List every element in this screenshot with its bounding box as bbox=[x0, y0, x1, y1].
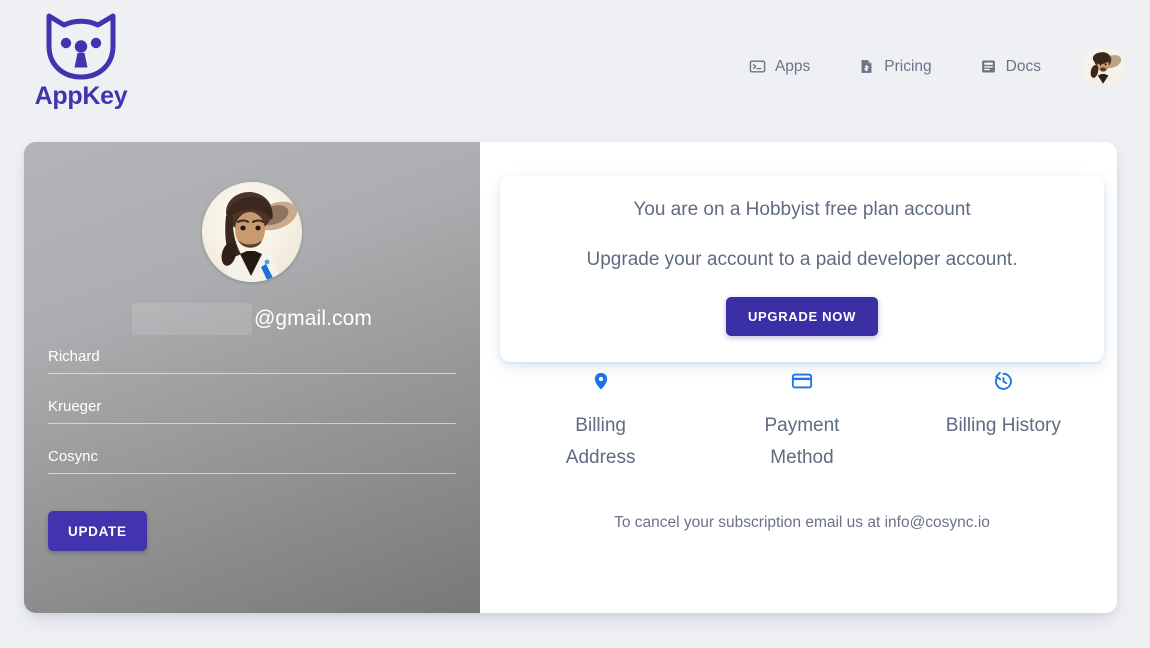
billing-option-label: Payment Method bbox=[764, 415, 840, 468]
billing-history-option[interactable]: Billing History bbox=[903, 370, 1104, 474]
email-local-redaction bbox=[131, 303, 252, 335]
article-icon bbox=[980, 58, 997, 75]
brand-name: AppKey bbox=[34, 82, 128, 110]
first-name-input[interactable] bbox=[48, 348, 456, 374]
email-domain: @gmail.com bbox=[253, 307, 372, 330]
last-name-field[interactable] bbox=[48, 398, 456, 424]
profile-sidebar: @gmail.com UPDATE bbox=[24, 142, 480, 613]
document-dollar-icon bbox=[858, 58, 875, 75]
page-header: AppKey Apps Pricing Docs bbox=[0, 0, 1150, 132]
billing-address-option[interactable]: Billing Address bbox=[500, 370, 701, 474]
billing-option-label: Billing History bbox=[945, 415, 1061, 436]
last-name-input[interactable] bbox=[48, 398, 456, 424]
plan-upgrade-prompt: Upgrade your account to a paid developer… bbox=[586, 249, 1018, 270]
nav-item-apps[interactable]: Apps bbox=[725, 58, 834, 76]
credit-card-icon bbox=[701, 370, 902, 392]
billing-options: Billing Address Payment Method Billing H… bbox=[500, 370, 1104, 474]
profile-avatar[interactable] bbox=[202, 182, 302, 282]
handle-input[interactable] bbox=[48, 448, 456, 474]
nav-item-pricing[interactable]: Pricing bbox=[834, 58, 955, 76]
first-name-field[interactable] bbox=[48, 348, 456, 374]
profile-form bbox=[48, 348, 456, 498]
avatar[interactable] bbox=[1083, 46, 1124, 87]
nav-item-docs[interactable]: Docs bbox=[956, 58, 1065, 76]
payment-method-option[interactable]: Payment Method bbox=[701, 370, 902, 474]
nav-item-label: Docs bbox=[1005, 57, 1041, 75]
account-panel: @gmail.com UPDATE You are on a Hobbyist … bbox=[24, 142, 1117, 613]
billing-option-label: Billing Address bbox=[565, 415, 636, 468]
handle-field[interactable] bbox=[48, 448, 456, 474]
brand-logo[interactable]: AppKey bbox=[26, 6, 136, 111]
billing-content: You are on a Hobbyist free plan account … bbox=[480, 142, 1117, 613]
nav-item-label: Apps bbox=[774, 57, 811, 75]
email-display: @gmail.com bbox=[24, 302, 480, 336]
primary-nav: Apps Pricing Docs bbox=[725, 46, 1124, 87]
upgrade-now-button[interactable]: UPGRADE NOW bbox=[725, 297, 879, 336]
update-button[interactable]: UPDATE bbox=[48, 511, 147, 551]
history-clock-icon bbox=[903, 370, 1104, 392]
plan-status-card: You are on a Hobbyist free plan account … bbox=[500, 175, 1104, 362]
cat-keyhole-logo-icon bbox=[36, 6, 126, 84]
nav-item-label: Pricing bbox=[884, 57, 932, 75]
terminal-icon bbox=[749, 58, 766, 75]
plan-status-text: You are on a Hobbyist free plan account bbox=[633, 199, 971, 220]
location-pin-icon bbox=[500, 370, 701, 392]
cancel-subscription-note: To cancel your subscription email us at … bbox=[614, 514, 990, 531]
